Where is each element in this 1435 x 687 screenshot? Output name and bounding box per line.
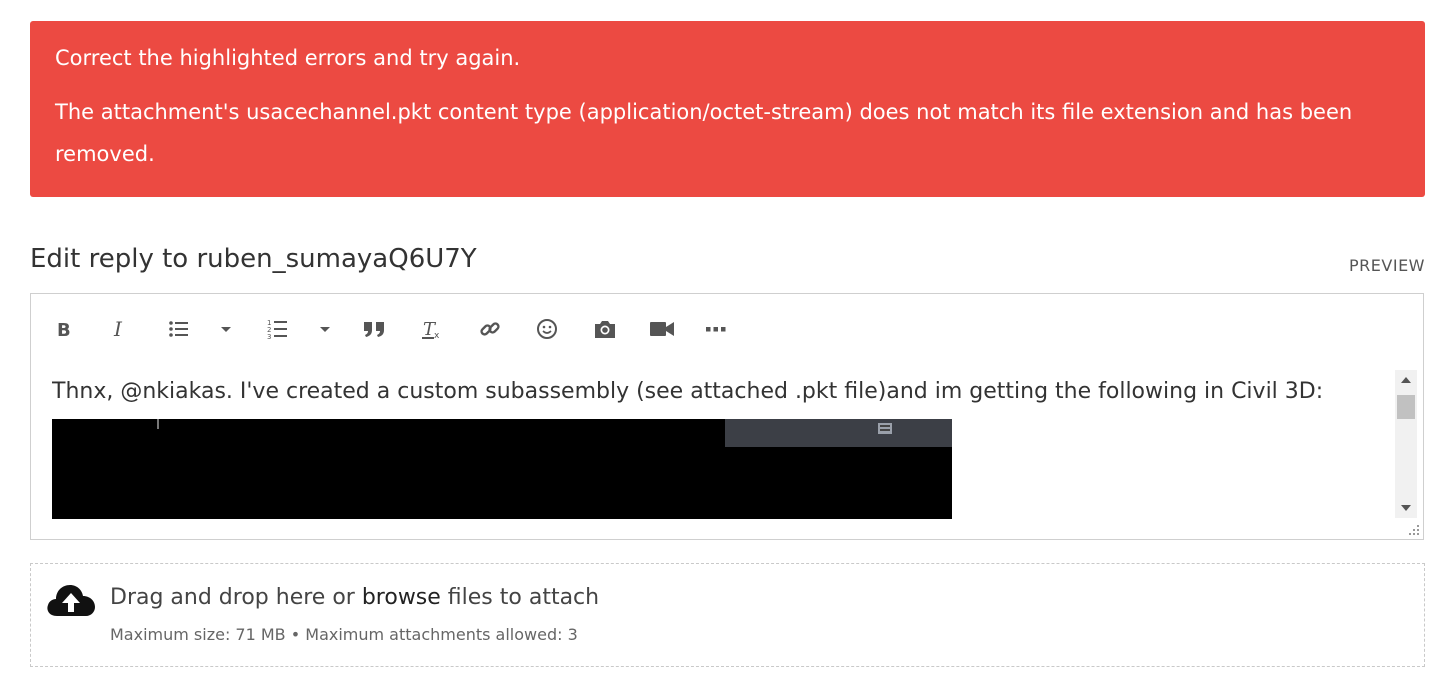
italic-icon[interactable]: I [105,314,135,344]
dropzone-instructions: Drag and drop here or browse files to at… [110,585,599,610]
scroll-up-icon[interactable] [1401,377,1411,383]
bold-icon[interactable]: B [48,314,78,344]
dropzone-text: Drag and drop here or [110,585,362,610]
numbered-list-icon[interactable]: 123 [263,314,293,344]
editor-toolbar: B I 123 Tx [31,294,1423,364]
editor-title: Edit reply to ruben_sumayaQ6U7Y [30,244,477,274]
dropzone-text-suffix: files to attach [440,585,600,610]
error-summary: Correct the highlighted errors and try a… [55,46,521,70]
rich-text-editor: B I 123 Tx Thnx, @nkiakas. I've created … [30,293,1424,540]
link-icon[interactable] [475,314,505,344]
attachment-dropzone[interactable]: Drag and drop here or browse files to at… [30,563,1425,667]
svg-text:I: I [113,319,123,339]
clear-format-icon[interactable]: Tx [418,314,448,344]
error-banner: Correct the highlighted errors and try a… [30,21,1425,197]
reply-text: Thnx, @nkiakas. I've created a custom su… [52,379,1324,404]
editor-scrollbar[interactable] [1395,370,1417,518]
image-mini-icon [878,423,892,434]
image-toolbar-strip [725,419,952,447]
quote-icon[interactable] [360,314,390,344]
svg-text:x: x [434,331,440,340]
video-icon[interactable] [647,314,677,344]
svg-text:3: 3 [267,333,271,340]
resize-handle-icon[interactable] [1408,524,1420,536]
svg-text:B: B [57,320,71,339]
preview-button[interactable]: PREVIEW [1349,256,1425,275]
browse-link[interactable]: browse [362,585,441,610]
emoji-icon[interactable] [532,314,562,344]
editor-content[interactable]: Thnx, @nkiakas. I've created a custom su… [52,379,1389,519]
attachment-limits: Maximum size: 71 MB • Maximum attachment… [110,625,578,644]
bulleted-list-icon[interactable] [164,314,194,344]
camera-icon[interactable] [590,314,620,344]
numbered-list-dropdown-icon[interactable] [310,314,340,344]
scrollbar-thumb[interactable] [1397,395,1415,419]
more-icon[interactable] [701,314,731,344]
scroll-down-icon[interactable] [1401,505,1411,511]
embedded-screenshot [52,419,952,519]
bulleted-list-dropdown-icon[interactable] [211,314,241,344]
error-detail: The attachment's usacechannel.pkt conten… [55,100,1353,166]
cloud-upload-icon [47,585,95,616]
image-detail [157,419,159,429]
